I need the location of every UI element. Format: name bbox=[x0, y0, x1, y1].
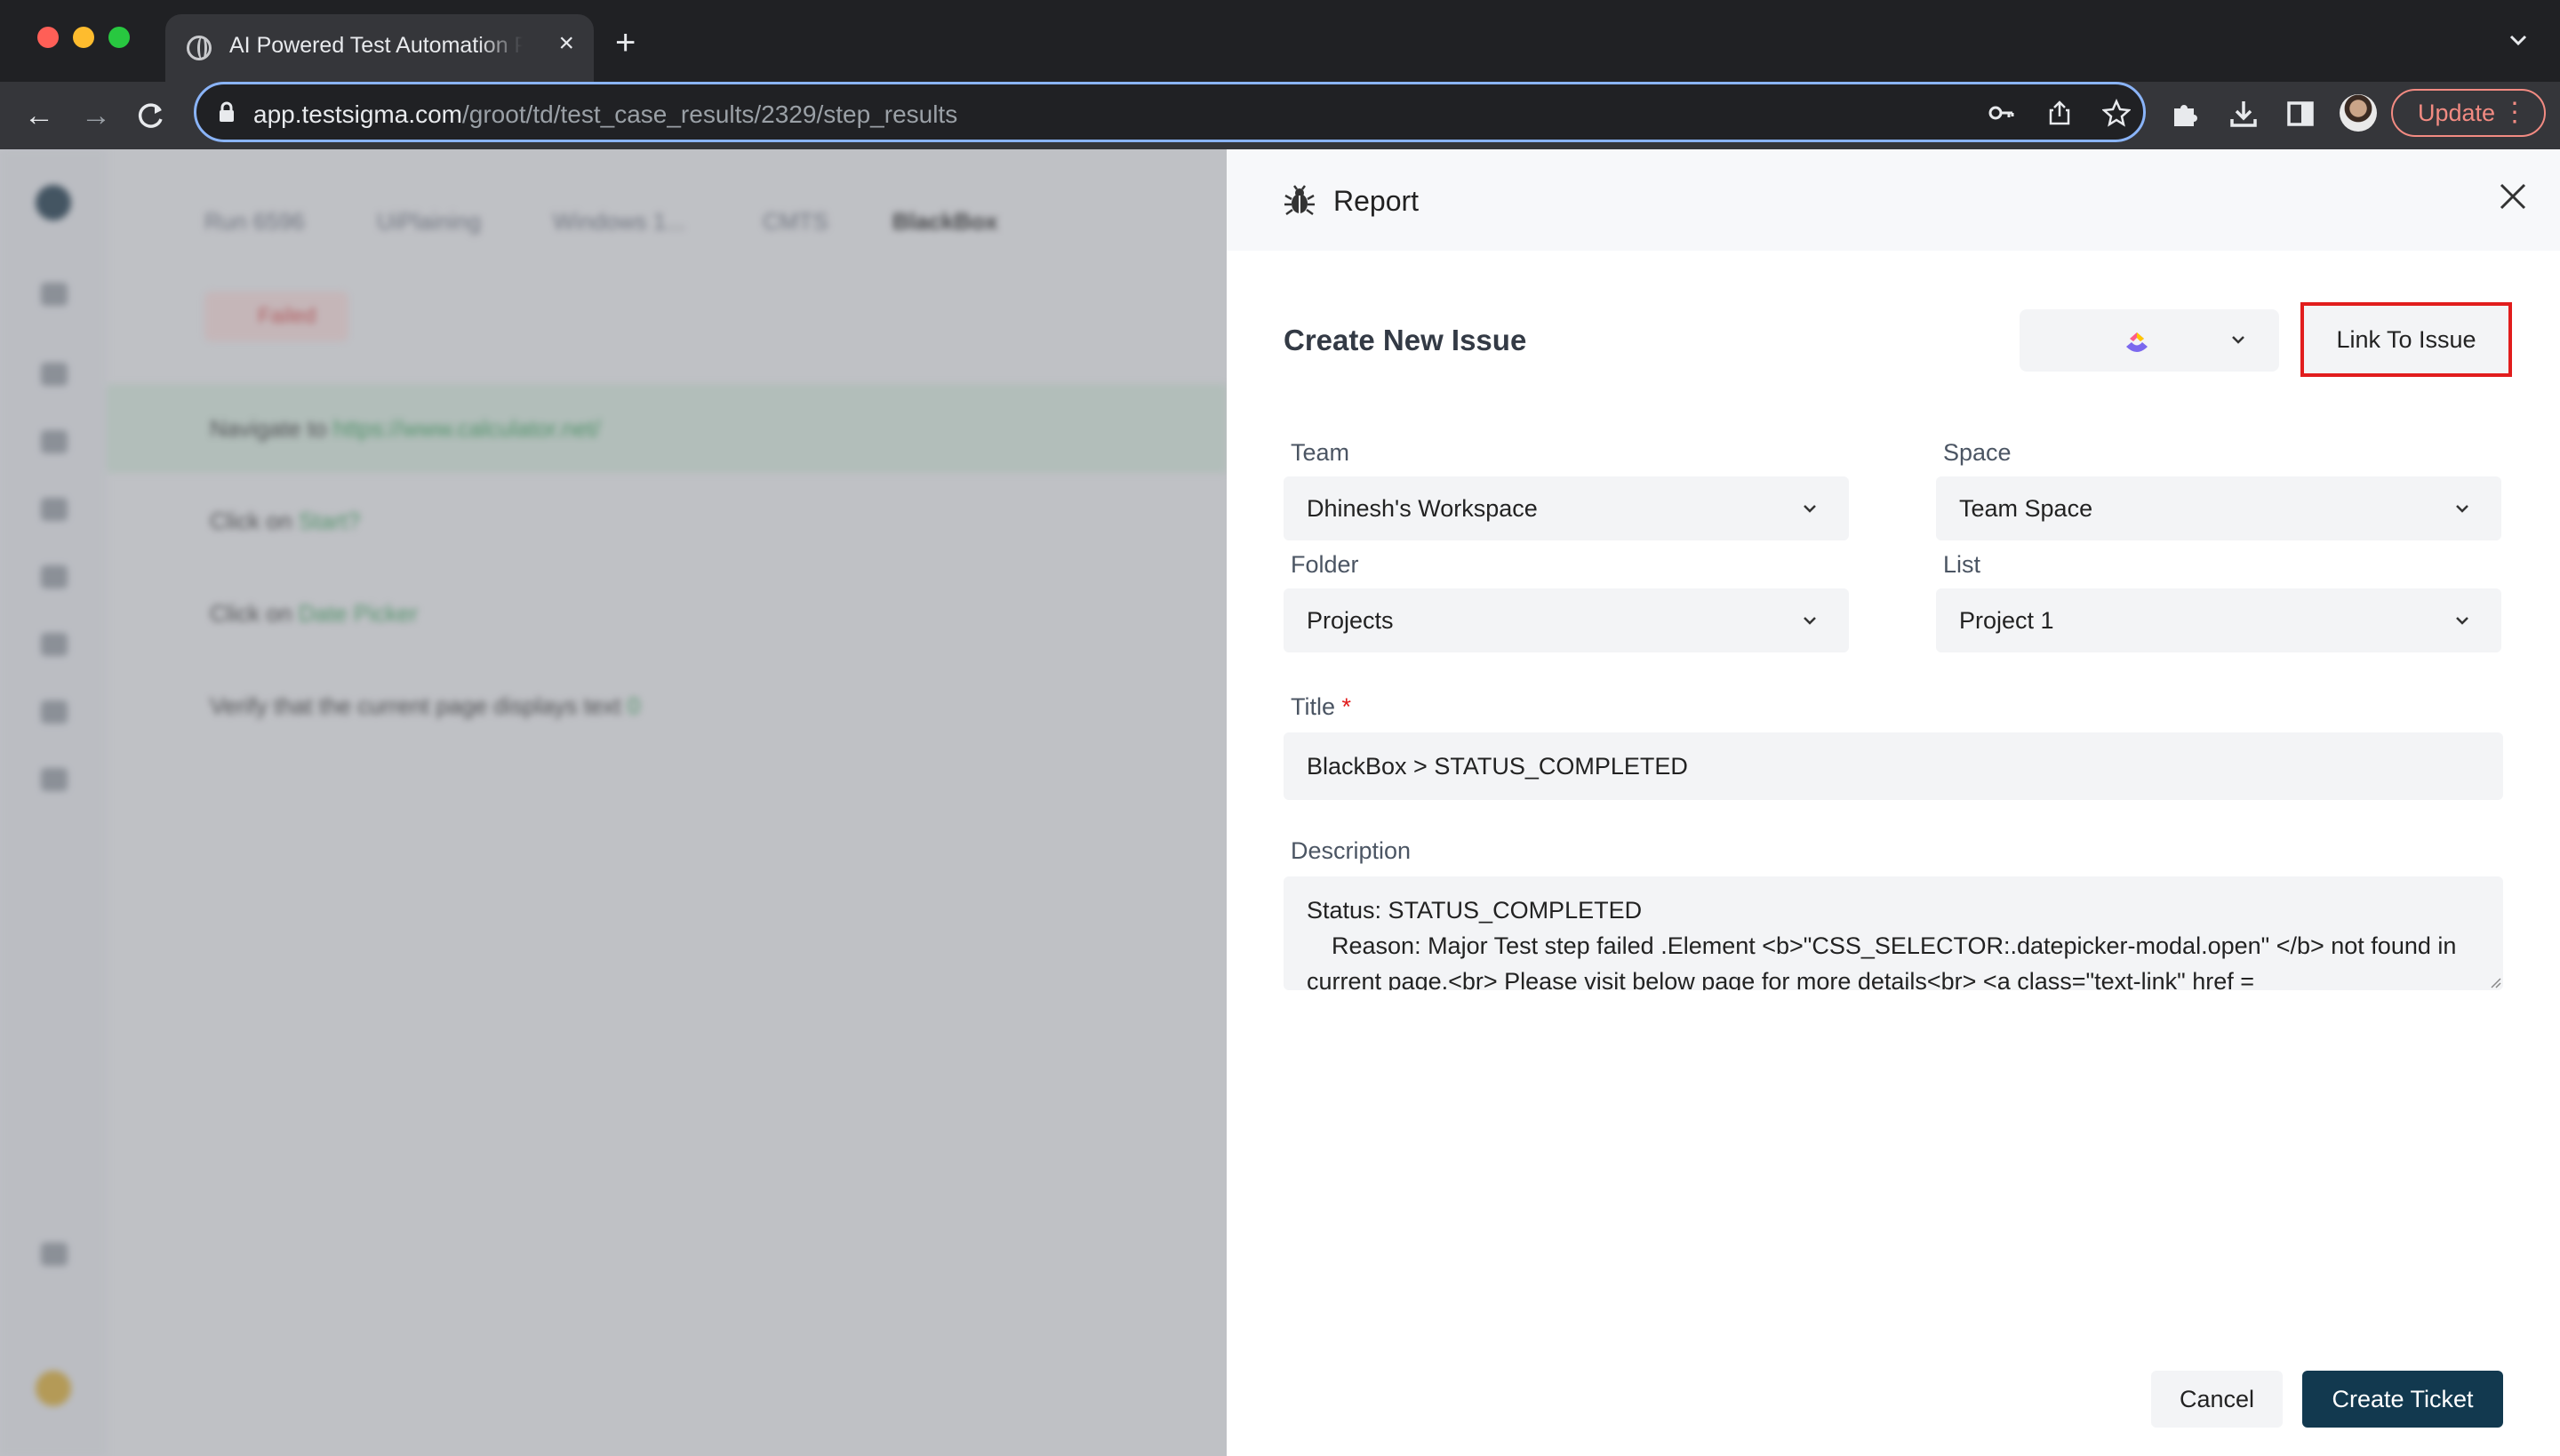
chevron-down-icon bbox=[1804, 617, 1816, 625]
team-label: Team bbox=[1291, 439, 1350, 466]
chevron-down-icon bbox=[2456, 505, 2468, 513]
background-app: Run 6596 UiPlaining Windows 1... CMTS Bl… bbox=[0, 149, 1227, 1456]
window-minimize-button[interactable] bbox=[73, 27, 94, 48]
space-select[interactable]: Team Space bbox=[1936, 476, 2501, 540]
chevron-down-icon bbox=[2456, 617, 2468, 625]
download-icon[interactable] bbox=[2228, 98, 2260, 130]
globe-icon bbox=[187, 36, 212, 60]
address-bar[interactable]: app.testsigma.com/groot/td/test_case_res… bbox=[194, 82, 2146, 142]
url-text: app.testsigma.com/groot/td/test_case_res… bbox=[253, 100, 957, 129]
description-line: current page.<br> Please visit below pag… bbox=[1307, 968, 2254, 990]
folder-label: Folder bbox=[1291, 551, 1359, 578]
side-panel-icon[interactable] bbox=[2284, 98, 2316, 130]
share-icon[interactable] bbox=[2045, 99, 2074, 127]
section-title: Create New Issue bbox=[1284, 324, 1527, 356]
extensions-puzzle-icon[interactable] bbox=[2169, 98, 2201, 130]
description-line: Reason: Major Test step failed .Element … bbox=[1332, 932, 2457, 959]
reload-icon[interactable] bbox=[133, 98, 169, 133]
folder-value: Projects bbox=[1307, 607, 1394, 634]
title-label-text: Title bbox=[1291, 693, 1336, 720]
browser-tab-active[interactable]: AI Powered Test Automation Platform × bbox=[165, 14, 594, 82]
chevron-down-icon[interactable] bbox=[2507, 28, 2530, 52]
chevron-down-icon bbox=[2232, 336, 2244, 344]
list-select[interactable]: Project 1 bbox=[1936, 588, 2501, 652]
update-label: Update bbox=[2418, 100, 2496, 126]
description-line: Status: STATUS_COMPLETED bbox=[1307, 897, 1643, 924]
required-asterisk: * bbox=[1341, 693, 1352, 720]
profile-avatar[interactable] bbox=[2340, 94, 2377, 132]
link-to-issue-button[interactable]: Link To Issue bbox=[2300, 302, 2512, 377]
space-label: Space bbox=[1943, 439, 2012, 466]
description-label: Description bbox=[1291, 837, 1412, 864]
tab-close-icon[interactable]: × bbox=[558, 30, 574, 57]
resize-handle-icon[interactable] bbox=[2487, 974, 2501, 988]
browser-tabstrip: AI Powered Test Automation Platform × + bbox=[0, 0, 2560, 82]
title-label: Title * bbox=[1291, 693, 1351, 721]
tab-title: AI Powered Test Automation Platform bbox=[229, 33, 523, 58]
create-ticket-button[interactable]: Create Ticket bbox=[2302, 1371, 2503, 1428]
key-icon[interactable] bbox=[1987, 99, 2015, 127]
issue-tracker-select[interactable] bbox=[2020, 309, 2279, 372]
new-tab-icon[interactable]: + bbox=[615, 25, 636, 60]
url-host: app.testsigma.com bbox=[253, 100, 462, 128]
back-arrow-icon[interactable]: ← bbox=[21, 98, 57, 133]
team-value: Dhinesh's Workspace bbox=[1307, 495, 1538, 522]
window-close-button[interactable] bbox=[37, 27, 59, 48]
close-icon[interactable] bbox=[2498, 181, 2528, 212]
folder-select[interactable]: Projects bbox=[1284, 588, 1849, 652]
report-panel: Report Create New Issue Link To Issue Te… bbox=[1227, 149, 2560, 1456]
list-value: Project 1 bbox=[1959, 607, 2054, 634]
title-input[interactable]: BlackBox > STATUS_COMPLETED bbox=[1284, 732, 2503, 800]
team-select[interactable]: Dhinesh's Workspace bbox=[1284, 476, 1849, 540]
panel-header: Report bbox=[1227, 149, 2560, 251]
forward-arrow-icon[interactable]: → bbox=[78, 98, 114, 133]
clickup-logo-icon bbox=[2126, 332, 2148, 352]
bookmark-star-icon[interactable] bbox=[2102, 99, 2131, 127]
cancel-button[interactable]: Cancel bbox=[2151, 1371, 2283, 1428]
bug-icon bbox=[1284, 185, 1315, 216]
modal-backdrop[interactable] bbox=[0, 149, 1227, 1456]
chevron-down-icon bbox=[1804, 505, 1816, 513]
list-label: List bbox=[1943, 551, 1981, 578]
url-path: /groot/td/test_case_results/2329/step_re… bbox=[462, 100, 958, 128]
more-vertical-icon: ⋮ bbox=[2501, 98, 2528, 127]
window-zoom-button[interactable] bbox=[108, 27, 130, 48]
lock-icon bbox=[220, 101, 234, 122]
space-value: Team Space bbox=[1959, 495, 2093, 522]
browser-update-button[interactable]: Update ⋮ bbox=[2391, 89, 2546, 137]
panel-title: Report bbox=[1333, 185, 1420, 217]
description-textarea[interactable]: Status: STATUS_COMPLETED Reason: Major T… bbox=[1284, 876, 2503, 990]
